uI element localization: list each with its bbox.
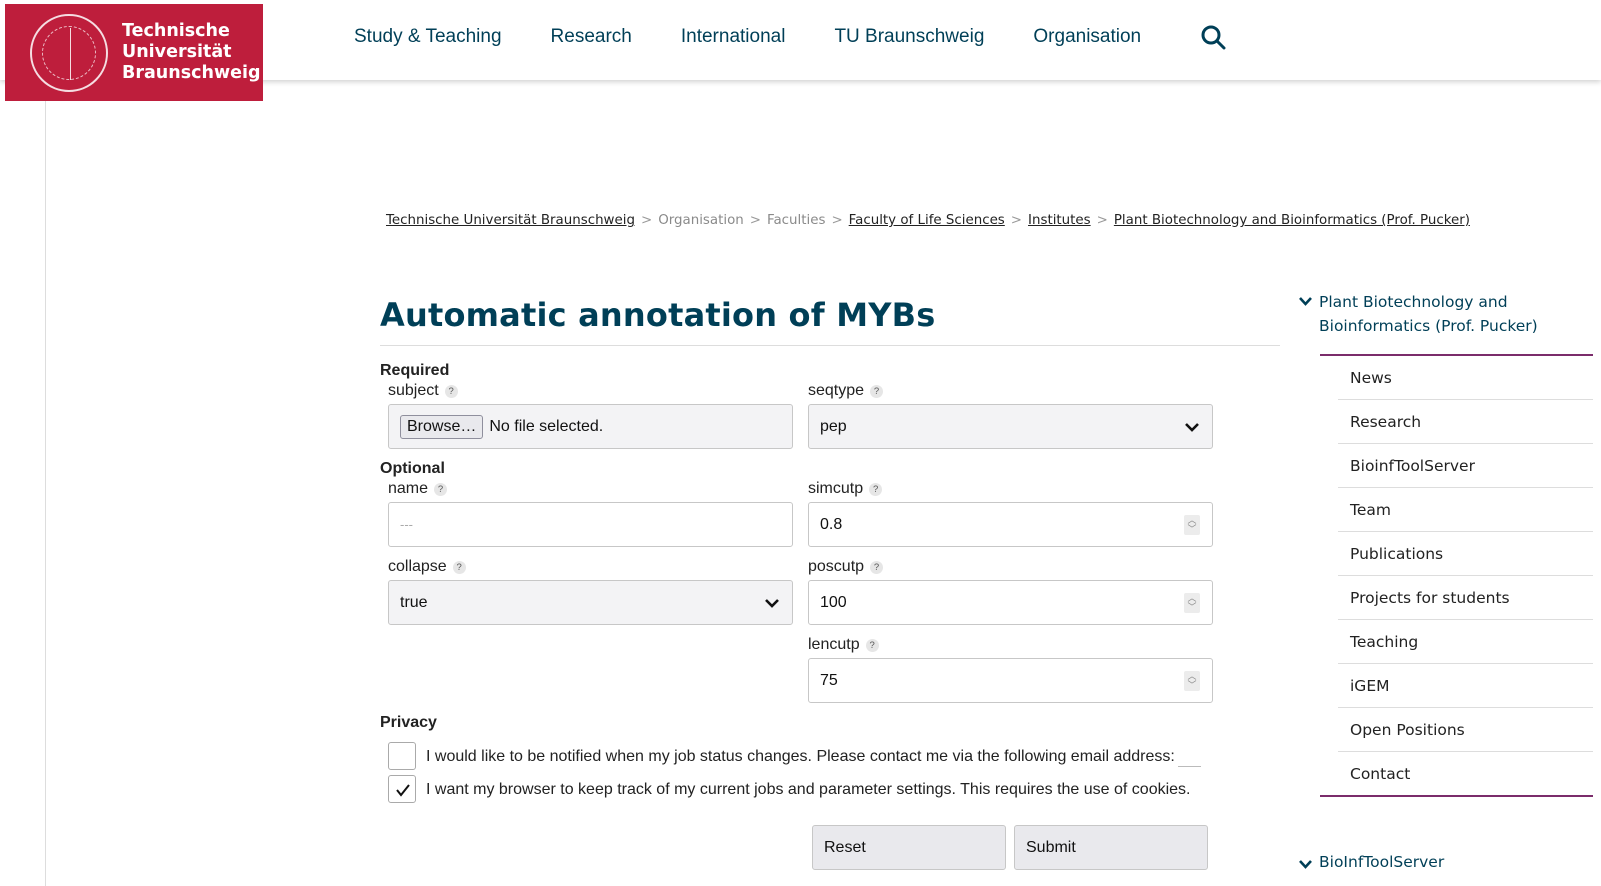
submit-button[interactable]: Submit xyxy=(1014,825,1208,870)
breadcrumb-tu-braunschweig[interactable]: Technische Universität Braunschweig xyxy=(386,213,635,228)
cookies-label: I want my browser to keep track of my cu… xyxy=(426,781,1191,798)
collapse-label: collapse? xyxy=(388,558,466,576)
breadcrumb-institutes[interactable]: Institutes xyxy=(1028,213,1091,228)
sidebar-item-bioinftoolserver[interactable]: BioinfToolServer xyxy=(1338,444,1593,488)
number-spinner-icon[interactable]: ︿ ﹀ xyxy=(1184,515,1200,535)
left-divider xyxy=(45,100,46,886)
name-label-text: name xyxy=(388,480,429,497)
sidebar-heading-text: Plant Biotechnology and Bioinformatics (… xyxy=(1319,293,1538,335)
breadcrumb-faculties: Faculties xyxy=(767,213,826,228)
sidebar-item-open-positions[interactable]: Open Positions xyxy=(1338,708,1593,752)
name-input[interactable]: --- xyxy=(388,502,793,547)
number-spinner-icon[interactable]: ︿ ﹀ xyxy=(1184,593,1200,613)
help-icon[interactable]: ? xyxy=(865,638,879,652)
search-icon[interactable] xyxy=(1200,24,1226,50)
nav-tu-braunschweig[interactable]: TU Braunschweig xyxy=(834,26,984,48)
breadcrumb-plant-biotech[interactable]: Plant Biotechnology and Bioinformatics (… xyxy=(1114,213,1470,228)
name-placeholder: --- xyxy=(400,517,413,532)
sidebar-list: News Research BioinfToolServer Team Publ… xyxy=(1338,356,1593,796)
number-spinner-icon[interactable]: ︿ ﹀ xyxy=(1184,671,1200,691)
lencutp-label: lencutp? xyxy=(808,636,879,654)
nav-organisation[interactable]: Organisation xyxy=(1033,26,1141,48)
sidebar-bottom-rule xyxy=(1320,795,1593,797)
simcutp-input[interactable]: 0.8 ︿ ﹀ xyxy=(808,502,1213,547)
subject-label: subject? xyxy=(388,382,458,400)
logo-line-1: Technische xyxy=(122,21,230,41)
sidebar-item-igem[interactable]: iGEM xyxy=(1338,664,1593,708)
simcutp-value: 0.8 xyxy=(820,515,843,533)
sidebar-item-news[interactable]: News xyxy=(1338,356,1593,400)
lencutp-value: 75 xyxy=(820,671,838,689)
breadcrumb-faculty-life-sciences[interactable]: Faculty of Life Sciences xyxy=(849,213,1005,228)
sidebar-heading[interactable]: Plant Biotechnology and Bioinformatics (… xyxy=(1299,290,1589,338)
university-logo[interactable]: Technische Universität Braunschweig xyxy=(5,4,263,101)
poscutp-value: 100 xyxy=(820,593,847,611)
browse-button[interactable]: Browse… xyxy=(400,414,484,439)
title-divider xyxy=(380,345,1280,346)
chevron-down-icon xyxy=(1185,423,1199,432)
email-input[interactable] xyxy=(1178,766,1201,767)
breadcrumb-separator: > xyxy=(831,213,843,228)
sidebar-heading2-text: BioInfToolServer xyxy=(1319,853,1445,871)
page-title: Automatic annotation of MYBs xyxy=(380,296,936,334)
nav-international[interactable]: International xyxy=(681,26,786,48)
breadcrumb-separator: > xyxy=(749,213,761,228)
university-seal-icon xyxy=(30,13,108,92)
help-icon[interactable]: ? xyxy=(869,482,883,496)
sidebar-item-publications[interactable]: Publications xyxy=(1338,532,1593,576)
name-label: name? xyxy=(388,480,448,498)
subject-label-text: subject xyxy=(388,382,439,399)
logo-line-2: Universität xyxy=(122,42,232,62)
collapse-value: true xyxy=(400,593,428,611)
sidebar-item-team[interactable]: Team xyxy=(1338,488,1593,532)
breadcrumb: Technische Universität Braunschweig > Orga… xyxy=(386,213,1470,228)
seqtype-select[interactable]: pep xyxy=(808,404,1213,449)
sidebar-item-teaching[interactable]: Teaching xyxy=(1338,620,1593,664)
simcutp-label: simcutp? xyxy=(808,480,883,498)
help-icon[interactable]: ? xyxy=(452,560,466,574)
chevron-down-icon xyxy=(1299,297,1312,306)
lencutp-label-text: lencutp xyxy=(808,636,860,653)
notify-label: I would like to be notified when my job … xyxy=(426,748,1175,765)
required-section-label: Required xyxy=(380,362,450,379)
main-nav: Study & Teaching Research International … xyxy=(354,26,1190,48)
chevron-down-icon xyxy=(765,599,779,608)
file-status: No file selected. xyxy=(489,417,604,435)
nav-research[interactable]: Research xyxy=(551,26,632,48)
poscutp-input[interactable]: 100 ︿ ﹀ xyxy=(808,580,1213,625)
sidebar-item-projects[interactable]: Projects for students xyxy=(1338,576,1593,620)
seqtype-label-text: seqtype xyxy=(808,382,865,399)
nav-study-teaching[interactable]: Study & Teaching xyxy=(354,26,502,48)
sidebar-item-research[interactable]: Research xyxy=(1338,400,1593,444)
sidebar-item-contact[interactable]: Contact xyxy=(1338,752,1593,796)
help-icon[interactable]: ? xyxy=(870,384,884,398)
cookies-checkbox[interactable] xyxy=(388,775,416,803)
checkmark-icon xyxy=(396,784,410,797)
collapse-select[interactable]: true xyxy=(388,580,793,625)
optional-section-label: Optional xyxy=(380,460,445,477)
reset-button[interactable]: Reset xyxy=(812,825,1006,870)
breadcrumb-separator: > xyxy=(640,213,653,228)
seqtype-label: seqtype? xyxy=(808,382,884,400)
breadcrumb-separator: > xyxy=(1096,213,1108,228)
sidebar-heading-bioinftoolserver[interactable]: BioInfToolServer xyxy=(1299,853,1445,871)
help-icon[interactable]: ? xyxy=(444,384,458,398)
help-icon[interactable]: ? xyxy=(870,560,884,574)
poscutp-label-text: poscutp xyxy=(808,558,865,575)
breadcrumb-separator: > xyxy=(1010,213,1023,228)
seqtype-value: pep xyxy=(820,417,847,435)
simcutp-label-text: simcutp xyxy=(808,480,864,497)
breadcrumb-organisation: Organisation xyxy=(658,213,744,228)
chevron-down-icon xyxy=(1299,860,1312,869)
collapse-label-text: collapse xyxy=(388,558,447,575)
logo-line-3: Braunschweig xyxy=(122,63,261,83)
lencutp-input[interactable]: 75 ︿ ﹀ xyxy=(808,658,1213,703)
logo-text: Technische Universität Braunschweig xyxy=(122,21,261,84)
privacy-section-label: Privacy xyxy=(380,714,437,731)
poscutp-label: poscutp? xyxy=(808,558,884,576)
subject-file-input[interactable]: Browse… No file selected. xyxy=(388,404,793,449)
help-icon[interactable]: ? xyxy=(434,482,448,496)
notify-checkbox[interactable] xyxy=(388,742,416,770)
